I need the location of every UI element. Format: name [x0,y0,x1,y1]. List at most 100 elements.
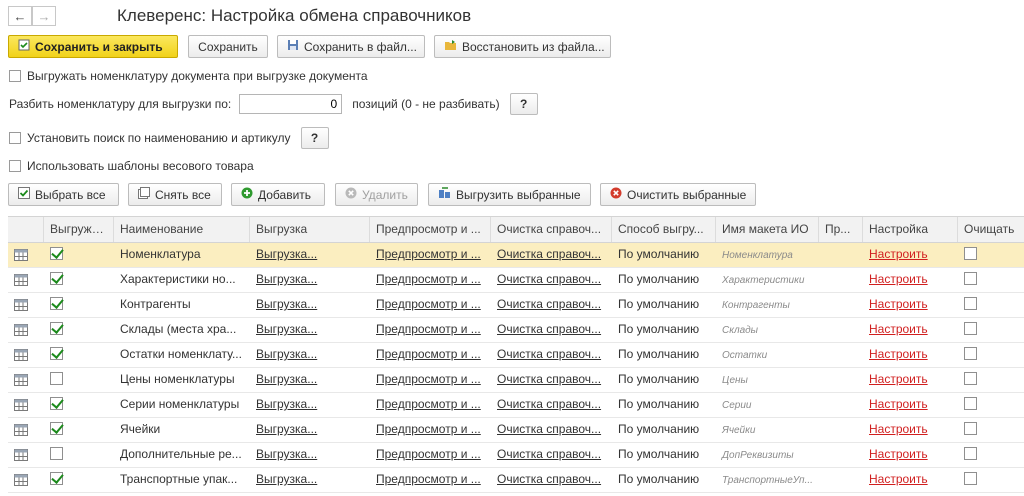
clean-link[interactable]: Очистка справоч... [497,422,601,436]
export-checkbox[interactable] [50,297,63,310]
name-cell[interactable]: Цены номенклатуры [114,368,250,392]
name-cell[interactable]: Контрагенты [114,293,250,317]
setup-link[interactable]: Настроить [869,472,928,486]
clear-checkbox[interactable] [964,322,977,335]
clear-checkbox[interactable] [964,397,977,410]
export-checkbox[interactable] [50,447,63,460]
export-checkbox[interactable] [50,372,63,385]
preview-link[interactable]: Предпросмотр и ... [376,297,481,311]
column-header-icon[interactable] [8,217,44,242]
method-cell[interactable]: По умолчанию [612,393,716,417]
setup-link[interactable]: Настроить [869,297,928,311]
pr-cell[interactable] [819,343,863,367]
method-cell[interactable]: По умолчанию [612,443,716,467]
unselect-all-button[interactable]: Снять все [128,183,222,206]
select-all-button[interactable]: Выбрать все [8,183,119,206]
layout-cell[interactable]: Контрагенты [716,293,819,317]
method-cell[interactable]: По умолчанию [612,243,716,267]
preview-link[interactable]: Предпросмотр и ... [376,347,481,361]
unload-link[interactable]: Выгрузка... [256,397,317,411]
clean-link[interactable]: Очистка справоч... [497,347,601,361]
unload-link[interactable]: Выгрузка... [256,247,317,261]
pr-cell[interactable] [819,418,863,442]
table-row[interactable]: Характеристики но... Выгрузка... Предпросм… [8,268,1024,293]
pr-cell[interactable] [819,468,863,492]
column-header-unload[interactable]: Выгрузка [250,217,370,242]
layout-cell[interactable]: Номенклатура [716,243,819,267]
column-header-clear[interactable]: Очищать [958,217,1024,242]
layout-cell[interactable]: ДопРеквизиты [716,443,819,467]
export-checkbox[interactable] [50,322,63,335]
pr-cell[interactable] [819,443,863,467]
name-cell[interactable]: Номенклатура [114,243,250,267]
add-button[interactable]: Добавить [231,183,325,206]
clear-checkbox[interactable] [964,447,977,460]
clear-checkbox[interactable] [964,347,977,360]
unload-link[interactable]: Выгрузка... [256,322,317,336]
preview-link[interactable]: Предпросмотр и ... [376,447,481,461]
setup-link[interactable]: Настроить [869,347,928,361]
column-header-export[interactable]: Выгружать [44,217,114,242]
clean-link[interactable]: Очистка справоч... [497,297,601,311]
preview-link[interactable]: Предпросмотр и ... [376,397,481,411]
clean-link[interactable]: Очистка справоч... [497,247,601,261]
save-to-file-button[interactable]: Сохранить в файл... [277,35,425,58]
search-option[interactable]: Установить поиск по наименованию и артик… [9,127,329,149]
search-checkbox[interactable] [9,132,21,144]
pr-cell[interactable] [819,318,863,342]
clear-checkbox[interactable] [964,247,977,260]
method-cell[interactable]: По умолчанию [612,268,716,292]
method-cell[interactable]: По умолчанию [612,418,716,442]
column-header-layout[interactable]: Имя макета ИО [716,217,819,242]
split-help-button[interactable]: ? [509,93,538,115]
export-checkbox[interactable] [50,422,63,435]
preview-link[interactable]: Предпросмотр и ... [376,322,481,336]
layout-cell[interactable]: ТранспортныеУп... [716,468,819,492]
name-cell[interactable]: Дополнительные ре... [114,443,250,467]
export-checkbox[interactable] [50,272,63,285]
setup-link[interactable]: Настроить [869,272,928,286]
save-button[interactable]: Сохранить [188,35,268,58]
export-checkbox[interactable] [50,397,63,410]
unload-link[interactable]: Выгрузка... [256,347,317,361]
export-selected-button[interactable]: Выгрузить выбранные [428,183,591,206]
setup-link[interactable]: Настроить [869,422,928,436]
clear-checkbox[interactable] [964,422,977,435]
table-row[interactable]: Склады (места хра... Выгрузка... Предпросм… [8,318,1024,343]
table-row[interactable]: Цены номенклатуры Выгрузка... Предпросмотр… [8,368,1024,393]
pr-cell[interactable] [819,243,863,267]
pr-cell[interactable] [819,268,863,292]
export-nomenclature-checkbox[interactable] [9,70,21,82]
column-header-name[interactable]: Наименование [114,217,250,242]
method-cell[interactable]: По умолчанию [612,318,716,342]
unload-link[interactable]: Выгрузка... [256,272,317,286]
setup-link[interactable]: Настроить [869,447,928,461]
column-header-pr[interactable]: Пр... [819,217,863,242]
layout-cell[interactable]: Характеристики [716,268,819,292]
name-cell[interactable]: Характеристики но... [114,268,250,292]
weight-templates-option[interactable]: Использовать шаблоны весового товара [9,159,254,173]
name-cell[interactable]: Ячейки [114,418,250,442]
layout-cell[interactable]: Остатки [716,343,819,367]
restore-from-file-button[interactable]: Восстановить из файла... [434,35,611,58]
setup-link[interactable]: Настроить [869,397,928,411]
clean-link[interactable]: Очистка справоч... [497,272,601,286]
table-row[interactable]: Транспортные упак... Выгрузка... Предпросм… [8,468,1024,493]
save-and-close-button[interactable]: Сохранить и закрыть [8,35,178,58]
pr-cell[interactable] [819,393,863,417]
pr-cell[interactable] [819,368,863,392]
layout-cell[interactable]: Серии [716,393,819,417]
export-nomenclature-option[interactable]: Выгружать номенклатуру документа при выг… [9,69,368,83]
unload-link[interactable]: Выгрузка... [256,297,317,311]
setup-link[interactable]: Настроить [869,372,928,386]
clear-selected-button[interactable]: Очистить выбранные [600,183,756,206]
split-count-input[interactable] [239,94,343,114]
method-cell[interactable]: По умолчанию [612,468,716,492]
name-cell[interactable]: Остатки номенклату... [114,343,250,367]
search-help-button[interactable]: ? [300,127,329,149]
column-header-clean[interactable]: Очистка справоч... [491,217,612,242]
table-row[interactable]: Номенклатура Выгрузка... Предпросмотр и ..… [8,243,1024,268]
column-header-setup[interactable]: Настройка [863,217,958,242]
export-checkbox[interactable] [50,347,63,360]
back-button[interactable]: ← [8,6,32,26]
